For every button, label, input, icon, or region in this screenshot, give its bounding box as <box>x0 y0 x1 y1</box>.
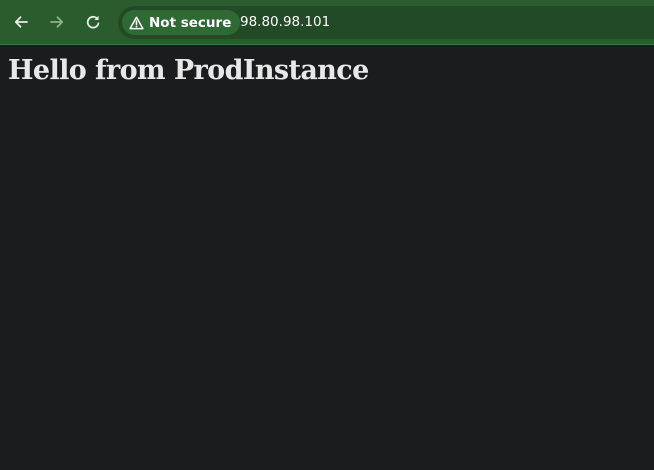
security-indicator[interactable]: Not secure <box>122 10 241 35</box>
page-content: Hello from ProdInstance <box>0 46 654 470</box>
back-button[interactable] <box>7 8 35 36</box>
warning-triangle-icon <box>129 16 144 29</box>
arrow-right-icon <box>50 16 64 28</box>
forward-button[interactable] <box>43 8 71 36</box>
url-text[interactable]: 98.80.98.101 <box>240 14 330 30</box>
address-bar[interactable]: Not secure 98.80.98.101 <box>118 6 654 39</box>
arrow-left-icon <box>14 16 28 28</box>
security-label: Not secure <box>149 14 232 31</box>
browser-toolbar: Not secure 98.80.98.101 <box>0 0 654 45</box>
page-heading: Hello from ProdInstance <box>8 55 369 86</box>
reload-button[interactable] <box>79 8 107 36</box>
reload-icon <box>86 15 100 29</box>
